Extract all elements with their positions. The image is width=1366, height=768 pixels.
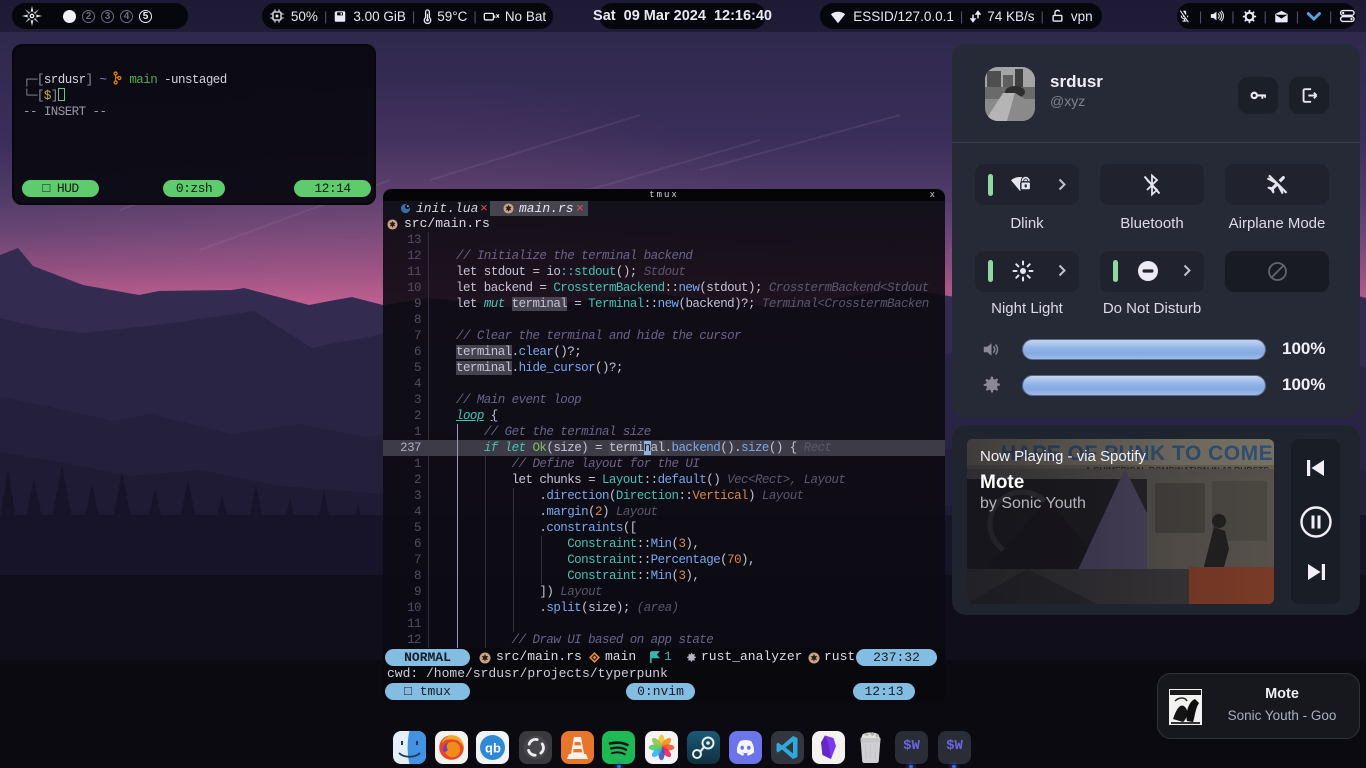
svg-text:qb: qb [485,741,501,756]
